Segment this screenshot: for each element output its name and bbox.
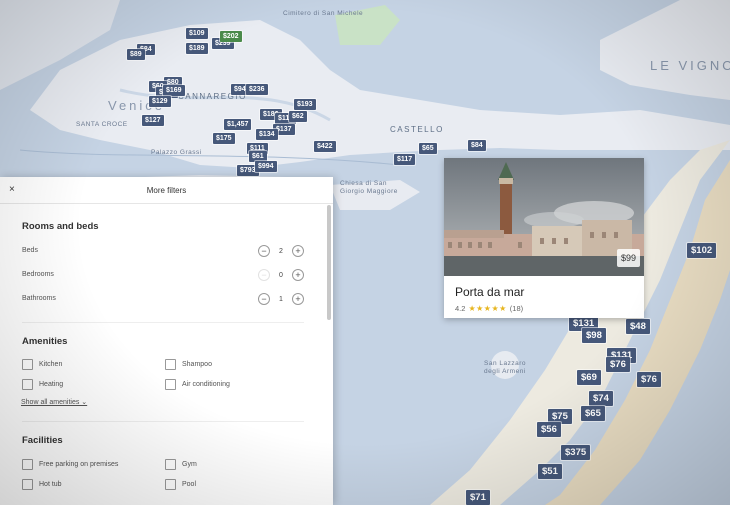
map-price-pin[interactable]: $76 (637, 372, 661, 387)
bathrooms-label: Bathrooms (22, 295, 56, 302)
heating-label: Heating (39, 381, 64, 388)
listing-photo[interactable]: $99 (444, 158, 644, 276)
map-price-pin[interactable]: $76 (606, 357, 630, 372)
map-price-pin[interactable]: $65 (419, 143, 437, 154)
map-price-pin[interactable]: $89 (127, 49, 145, 60)
shampoo-label: Shampoo (182, 361, 212, 368)
listing-price: $99 (616, 249, 640, 267)
rating-value: 4.2 (455, 304, 466, 313)
map-price-pin[interactable]: $117 (394, 154, 416, 165)
panel-header: × More filters (0, 177, 333, 204)
shampoo-checkbox[interactable]: Shampoo (165, 359, 212, 370)
air-conditioning-label: Air conditioning (182, 381, 230, 388)
checkbox-box[interactable] (165, 479, 176, 490)
bathrooms-minus-button[interactable]: − (258, 293, 270, 305)
divider (22, 322, 304, 323)
bedrooms-minus-button[interactable]: − (258, 269, 270, 281)
checkbox-box[interactable] (22, 359, 33, 370)
air-conditioning-checkbox[interactable]: Air conditioning (165, 379, 230, 390)
map-label-chiesa: Chiesa di San Giorgio Maggiore (340, 180, 398, 195)
section-title-facilities: Facilities (22, 435, 63, 446)
map-price-pin[interactable]: $102 (687, 243, 717, 258)
kitchen-label: Kitchen (39, 361, 63, 368)
map-price-pin[interactable]: $109 (186, 28, 208, 39)
map-price-pin[interactable]: $127 (142, 115, 164, 126)
map-price-pin[interactable]: $62 (289, 111, 307, 122)
checkbox-box[interactable] (165, 359, 176, 370)
bedrooms-label: Bedrooms (22, 271, 54, 278)
heating-checkbox[interactable]: Heating (22, 379, 63, 390)
map-price-pin[interactable]: $422 (314, 141, 336, 152)
beds-label: Beds (22, 247, 38, 254)
listing-rating: 4.2 ★★★★★ (18) (455, 304, 523, 313)
map-price-pin[interactable]: $48 (626, 319, 650, 334)
gym-label: Gym (182, 461, 197, 468)
pool-label: Pool (182, 481, 197, 488)
divider (22, 421, 304, 422)
bathrooms-value: 1 (279, 295, 283, 303)
beds-value: 2 (279, 247, 283, 255)
hot-tub-label: Hot tub (39, 481, 62, 488)
bathrooms-stepper: − 1 + (258, 292, 304, 306)
map-price-pin[interactable]: $193 (294, 99, 316, 110)
free-parking-label: Free parking on premises (39, 461, 119, 468)
free-parking-checkbox[interactable]: Free parking on premises (22, 459, 118, 470)
checkbox-box[interactable] (22, 379, 33, 390)
pool-checkbox[interactable]: Pool (165, 479, 196, 490)
beds-stepper: − 2 + (258, 244, 304, 258)
map-price-pin[interactable]: $236 (246, 84, 268, 95)
map-label-santa-croce: SANTA CROCE (76, 121, 128, 128)
scrollbar[interactable] (327, 205, 331, 320)
beds-minus-button[interactable]: − (258, 245, 270, 257)
review-count: (18) (509, 304, 524, 313)
map-price-pin[interactable]: $74 (589, 391, 613, 406)
map-price-pin[interactable]: $98 (582, 328, 606, 343)
checkbox-box[interactable] (22, 479, 33, 490)
map-price-pin[interactable]: $65 (581, 406, 605, 421)
checkbox-box[interactable] (165, 379, 176, 390)
bathrooms-plus-button[interactable]: + (292, 293, 304, 305)
map-price-pin[interactable]: $84 (468, 140, 486, 151)
map-price-pin[interactable]: $69 (577, 370, 601, 385)
checkbox-box[interactable] (22, 459, 33, 470)
map-price-pin[interactable]: $71 (466, 490, 490, 505)
checkbox-box[interactable] (165, 459, 176, 470)
map-price-pin[interactable]: $129 (149, 96, 171, 107)
map-label-le-vignole: LE VIGNOLE (650, 58, 730, 73)
section-title-rooms: Rooms and beds (22, 221, 99, 232)
section-title-amenities: Amenities (22, 336, 68, 347)
map-price-pin[interactable]: $189 (186, 43, 208, 54)
show-all-amenities-link[interactable]: Show all amenities ⌄ (21, 398, 87, 406)
hot-tub-checkbox[interactable]: Hot tub (22, 479, 62, 490)
gym-checkbox[interactable]: Gym (165, 459, 197, 470)
map-label-castello: CASTELLO (390, 125, 444, 134)
listing-title[interactable]: Porta da mar (455, 285, 524, 299)
map-label-san-lazzaro: San Lazzaro degli Armeni (484, 360, 526, 375)
map-price-pin[interactable]: $169 (163, 85, 185, 96)
panel-title: More filters (146, 186, 187, 195)
map-label-cimitero: Cimitero di San Michele (283, 10, 364, 17)
map-price-pin[interactable]: $202 (220, 31, 242, 42)
map-price-pin[interactable]: $375 (561, 445, 591, 460)
kitchen-checkbox[interactable]: Kitchen (22, 359, 62, 370)
map-price-pin[interactable]: $134 (256, 129, 278, 140)
more-filters-panel: × More filters Rooms and beds Beds − 2 +… (0, 177, 333, 505)
map-price-pin[interactable]: $1,457 (224, 119, 252, 130)
map-price-pin[interactable]: $994 (255, 161, 277, 172)
listing-photo-image (444, 158, 644, 276)
bedrooms-stepper: − 0 + (258, 268, 304, 282)
map-label-palazzo-grassi: Palazzo Grassi (151, 149, 202, 156)
listing-card[interactable]: $99 Porta da mar 4.2 ★★★★★ (18) (444, 158, 644, 318)
map-price-pin[interactable]: $56 (537, 422, 561, 437)
map-price-pin[interactable]: $175 (213, 133, 235, 144)
bedrooms-plus-button[interactable]: + (292, 269, 304, 281)
star-rating-icon: ★★★★★ (468, 304, 507, 313)
bedrooms-value: 0 (279, 271, 283, 279)
map-price-pin[interactable]: $51 (538, 464, 562, 479)
beds-plus-button[interactable]: + (292, 245, 304, 257)
